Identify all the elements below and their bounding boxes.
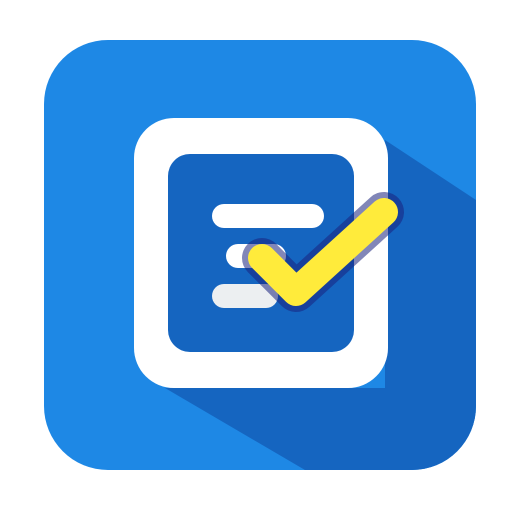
checklist-icon[interactable] [0, 0, 512, 512]
document-line-top [212, 204, 324, 228]
app-icon-canvas [0, 0, 512, 512]
